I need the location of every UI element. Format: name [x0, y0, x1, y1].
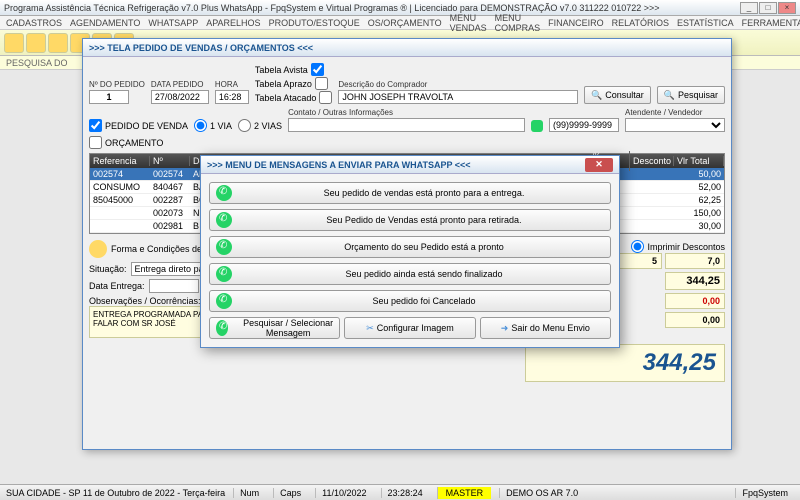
whatsapp-icon[interactable] [531, 120, 543, 132]
menu-item[interactable]: MENU VENDAS [450, 13, 487, 33]
whatsapp-icon [216, 293, 232, 309]
toolbar-icon[interactable] [48, 33, 68, 53]
pesquisar-msg-button[interactable]: Pesquisar / Selecionar Mensagem [209, 317, 340, 339]
whatsapp-message-button[interactable]: Orçamento do seu Pedido está a pronto [209, 236, 611, 258]
tabela-atacado-check[interactable] [319, 91, 332, 104]
coin-icon [89, 240, 107, 258]
whatsapp-icon [216, 239, 232, 255]
app-titlebar: Programa Assistência Técnica Refrigeraçã… [0, 0, 800, 16]
menu-item[interactable]: RELATÓRIOS [612, 18, 669, 28]
maximize-button[interactable]: □ [759, 2, 777, 14]
menu-item[interactable]: FERRAMENTAS [742, 18, 800, 28]
data-entrega-input[interactable] [149, 279, 199, 293]
whatsapp-icon [216, 320, 228, 336]
pedido-venda-check[interactable] [89, 119, 102, 132]
menu-item[interactable]: ESTATÍSTICA [677, 18, 734, 28]
whatsapp-message-button[interactable]: Seu pedido ainda está sendo finalizado [209, 263, 611, 285]
data-entrega-label: Data Entrega: [89, 281, 145, 291]
situacao-label: Situação: [89, 264, 127, 274]
consultar-button[interactable]: 🔍Consultar [584, 86, 651, 104]
gear-icon: ✂ [366, 323, 374, 334]
config-imagem-button[interactable]: ✂Configurar Imagem [344, 317, 475, 339]
toolbar-icon[interactable] [4, 33, 24, 53]
whatsapp-message-button[interactable]: Seu pedido foi Cancelado [209, 290, 611, 312]
whatsapp-icon [216, 185, 232, 201]
menu-item[interactable]: AGENDAMENTO [70, 18, 140, 28]
whatsapp-icon [216, 212, 232, 228]
menu-item[interactable]: FINANCEIRO [548, 18, 604, 28]
menu-item[interactable]: MENU COMPRAS [495, 13, 541, 33]
tabela-avista-check[interactable] [311, 63, 324, 76]
whatsapp-message-button[interactable]: Seu Pedido de Vendas está pronto para re… [209, 209, 611, 231]
window-buttons: _ □ × [740, 2, 796, 14]
order-number-input[interactable] [89, 90, 129, 104]
window-title: >>> TELA PEDIDO DE VENDAS / ORÇAMENTOS <… [83, 39, 731, 57]
exit-icon: ➜ [501, 323, 509, 334]
order-time-input[interactable] [215, 90, 249, 104]
status-date: SUA CIDADE - SP 11 de Outubro de 2022 - … [6, 488, 225, 498]
menu-item[interactable]: APARELHOS [206, 18, 260, 28]
close-button[interactable]: × [778, 2, 796, 14]
tabela-aprazo-check[interactable] [315, 77, 328, 90]
pesquisar-button[interactable]: 🔍Pesquisar [657, 86, 725, 104]
toolbar-icon[interactable] [26, 33, 46, 53]
imprimir-desc-radio[interactable] [631, 240, 644, 253]
order-date-input[interactable] [151, 90, 209, 104]
dialog-close-button[interactable]: ✕ [585, 158, 613, 172]
dialog-title: >>> MENU DE MENSAGENS A ENVIAR PARA WHAT… [207, 160, 471, 170]
whatsapp-message-button[interactable]: Seu pedido de vendas está pronto para a … [209, 182, 611, 204]
master-badge: MASTER [437, 487, 492, 499]
statusbar: SUA CIDADE - SP 11 de Outubro de 2022 - … [0, 484, 800, 500]
menu-item[interactable]: PRODUTO/ESTOQUE [269, 18, 360, 28]
minimize-button[interactable]: _ [740, 2, 758, 14]
obs-label: Observações / Ocorrências: [89, 296, 201, 306]
menu-item[interactable]: OS/ORÇAMENTO [368, 18, 442, 28]
forma-label: Forma e Condições de [111, 244, 202, 254]
via2-radio[interactable] [238, 119, 251, 132]
buyer-name-input[interactable] [338, 90, 578, 104]
grand-total: 344,25 [525, 344, 725, 382]
app-title: Programa Assistência Técnica Refrigeraçã… [4, 3, 660, 13]
search-label: PESQUISA DO [6, 58, 68, 68]
contact-input[interactable] [288, 118, 525, 132]
menu-item[interactable]: CADASTROS [6, 18, 62, 28]
phone-input[interactable] [549, 118, 619, 132]
menubar: CADASTROS AGENDAMENTO WHATSAPP APARELHOS… [0, 16, 800, 30]
whatsapp-messages-dialog: >>> MENU DE MENSAGENS A ENVIAR PARA WHAT… [200, 155, 620, 348]
sair-menu-button[interactable]: ➜Sair do Menu Envio [480, 317, 611, 339]
atendente-select[interactable] [625, 118, 725, 132]
orcamento-check[interactable] [89, 136, 102, 149]
via1-radio[interactable] [194, 119, 207, 132]
whatsapp-icon [216, 266, 232, 282]
menu-item[interactable]: WHATSAPP [148, 18, 198, 28]
